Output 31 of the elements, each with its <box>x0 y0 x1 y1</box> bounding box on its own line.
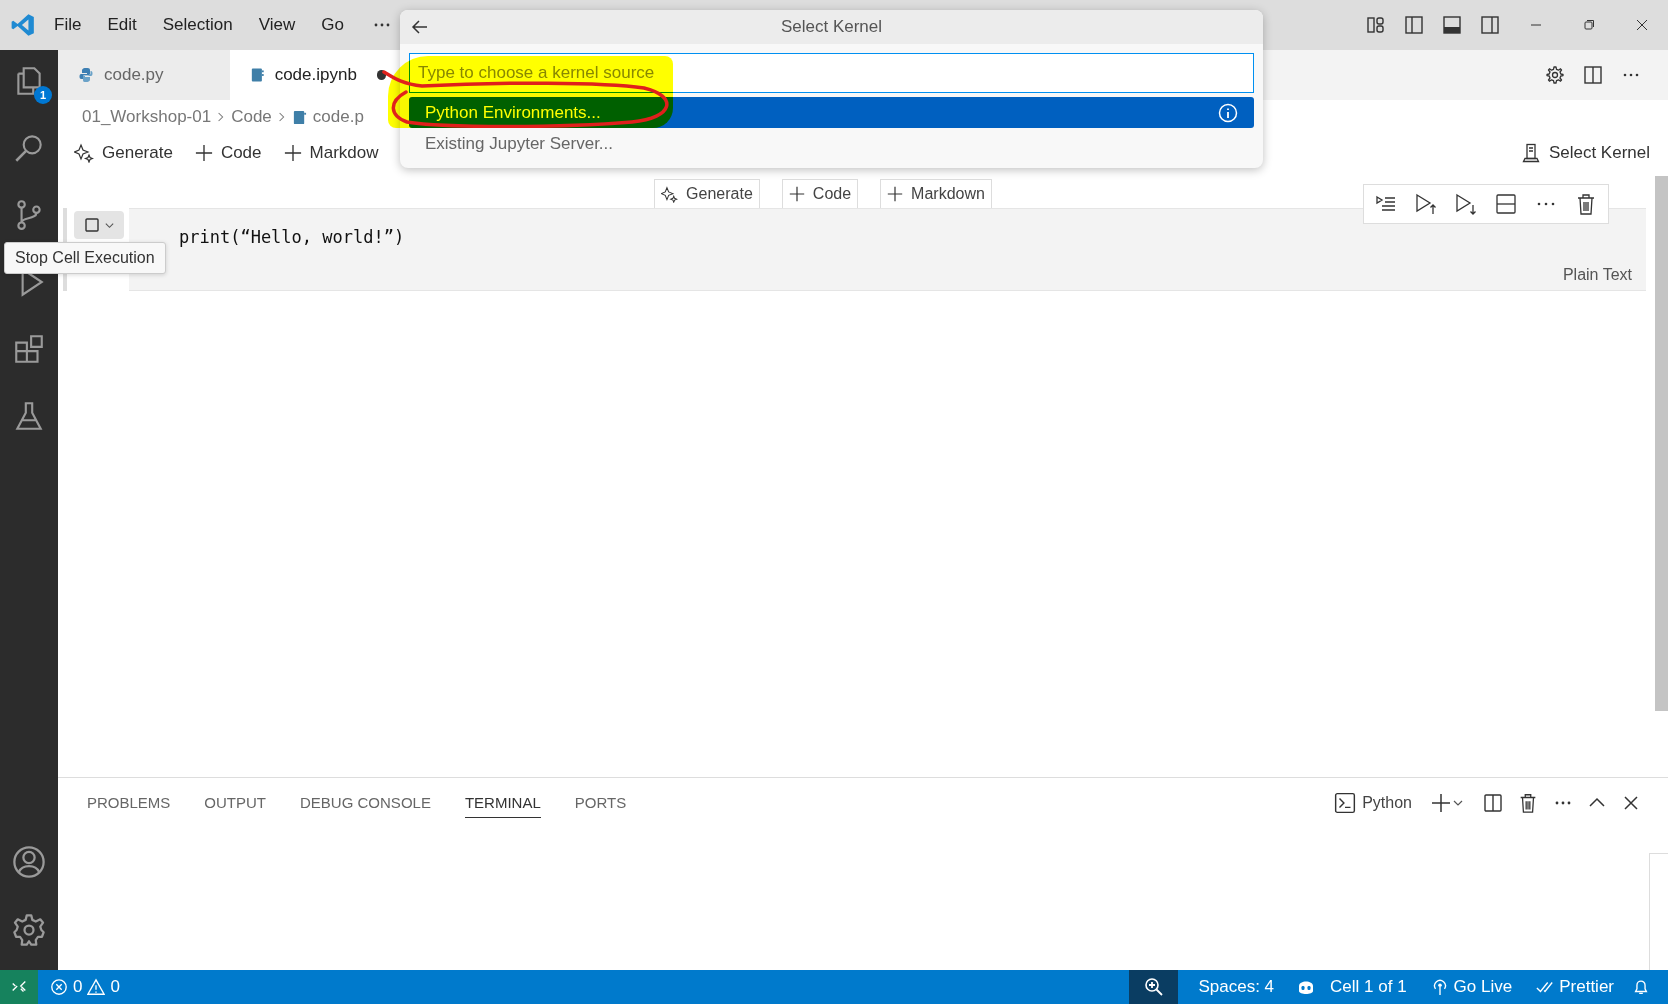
quick-pick-title: Select Kernel <box>780 17 883 37</box>
notification-badge: 1 <box>34 86 52 104</box>
panel-tab[interactable]: PROBLEMS <box>87 788 171 818</box>
menu-item[interactable]: View <box>258 15 296 35</box>
quick-pick-item[interactable]: Existing Jupyter Server... <box>409 128 1254 159</box>
code-line: print(“Hello, world!”) <box>178 226 406 247</box>
editor-tab[interactable]: code.ipynb <box>230 50 402 100</box>
problems-indicator[interactable]: 0 0 <box>38 977 132 997</box>
menu-item[interactable]: Go <box>321 15 344 35</box>
status-item[interactable]: Spaces: 4 <box>1186 977 1287 997</box>
tooltip: Stop Cell Execution <box>4 242 166 274</box>
status-item[interactable]: Cell 1 of 1 <box>1318 977 1419 997</box>
panel-tab[interactable]: PORTS <box>574 788 627 818</box>
toolbar-button[interactable]: Markdow <box>283 143 379 163</box>
select-kernel-button[interactable]: Select Kernel <box>1520 143 1650 163</box>
editor-tab[interactable]: code.py <box>58 50 230 100</box>
status-item[interactable]: Prettier <box>1524 977 1626 997</box>
toolbar-button[interactable]: Generate <box>74 143 173 163</box>
status-item[interactable]: Go Live <box>1418 977 1525 997</box>
toolbar-button[interactable]: Code <box>194 143 262 163</box>
menu-item[interactable]: Selection <box>162 15 233 35</box>
breadcrumb-item[interactable]: Code <box>231 107 272 127</box>
breadcrumb-item[interactable]: code.p <box>312 107 364 127</box>
panel-tab[interactable]: OUTPUT <box>204 788 267 818</box>
menu-item[interactable]: File <box>54 15 82 35</box>
terminal-selector[interactable]: Python <box>1334 792 1412 814</box>
menu-item[interactable]: Edit <box>107 15 137 35</box>
breadcrumb-item[interactable]: 01_Workshop-01 <box>82 107 212 127</box>
panel-tab[interactable]: TERMINAL <box>464 788 541 818</box>
panel-tab[interactable]: DEBUG CONSOLE <box>300 788 431 818</box>
language-label[interactable]: Plain Text <box>1562 266 1632 284</box>
